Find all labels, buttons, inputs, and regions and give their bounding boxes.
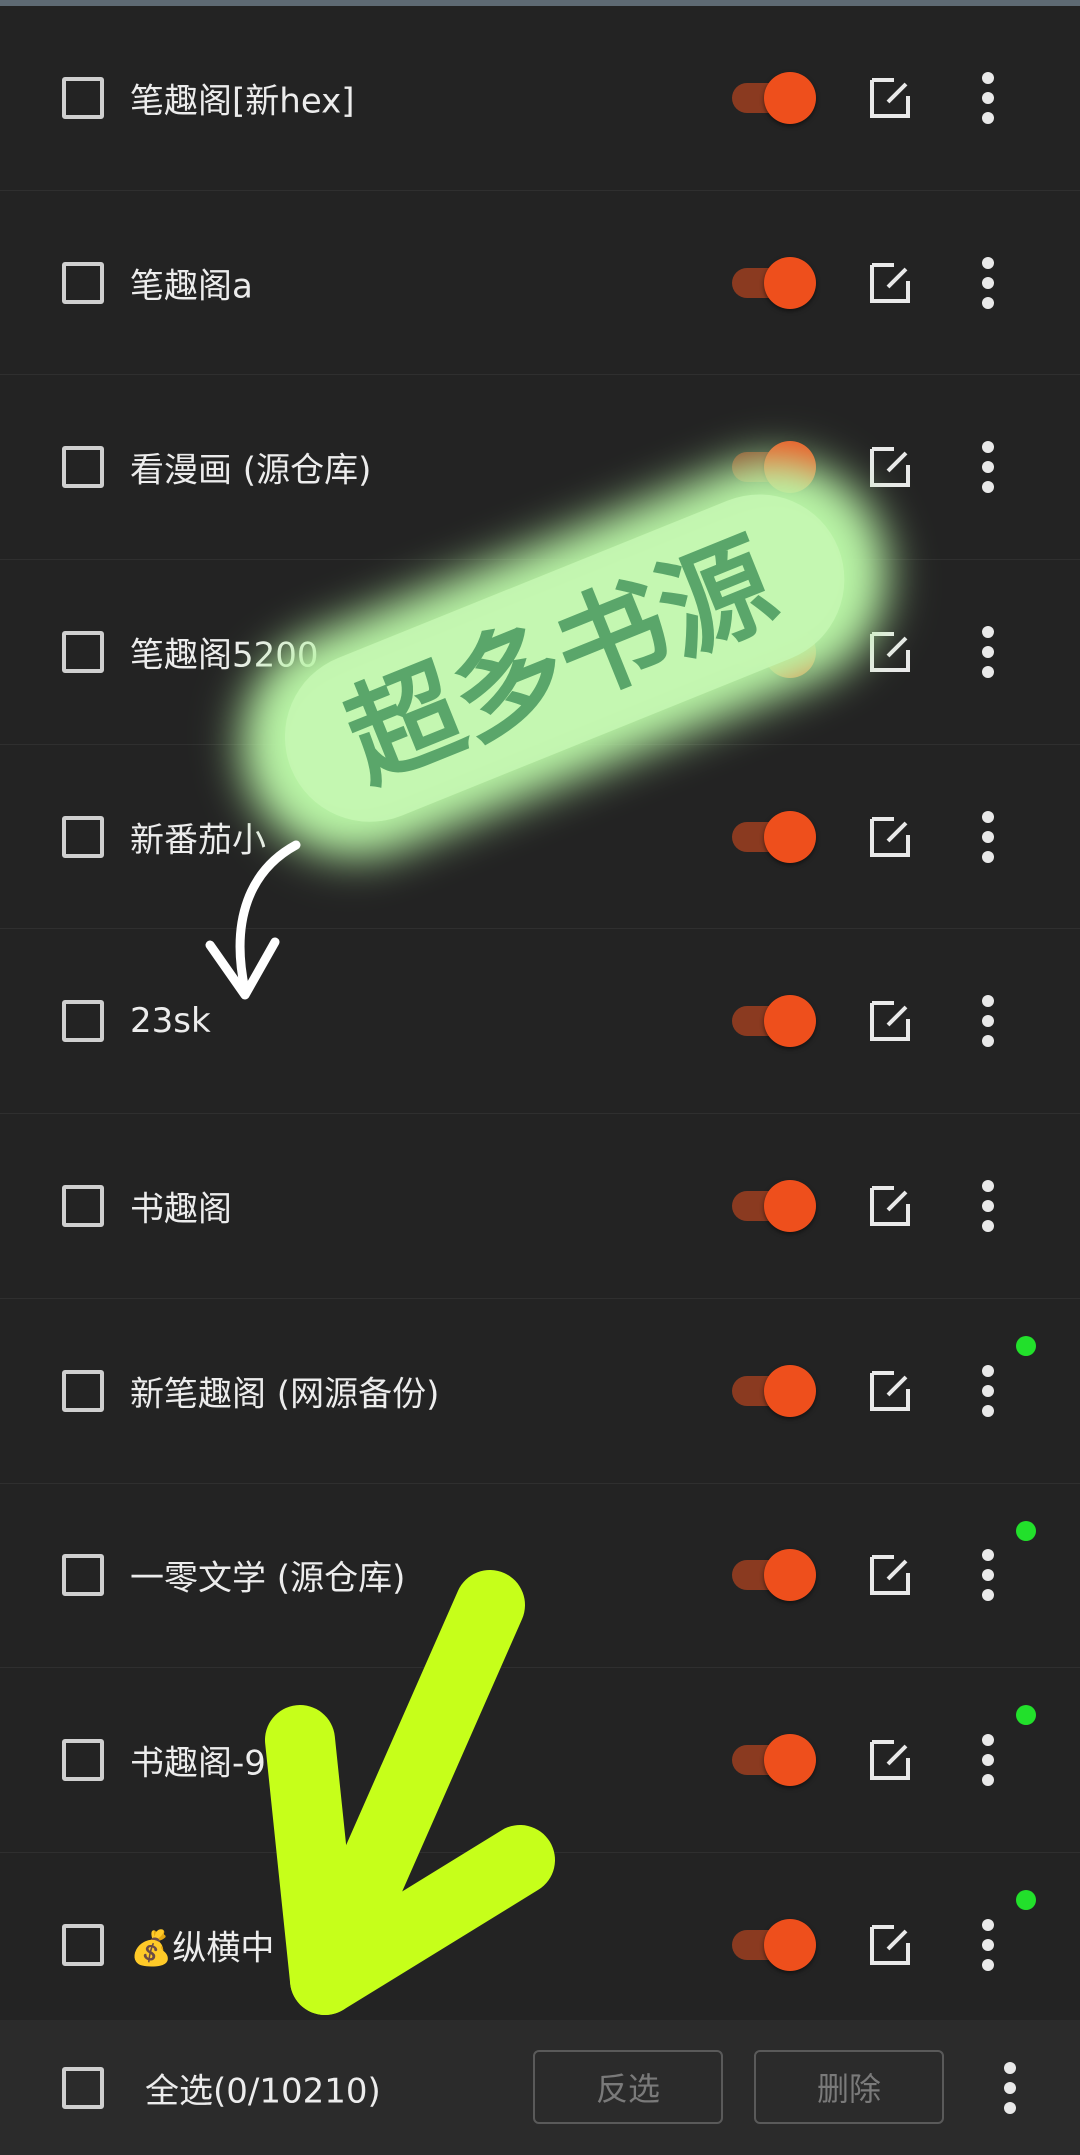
select-all-checkbox[interactable] (62, 2066, 104, 2109)
more-options-icon[interactable] (962, 437, 1014, 497)
enable-toggle[interactable] (730, 625, 820, 678)
edit-icon[interactable] (868, 1738, 912, 1782)
source-list: 笔趣阁[新hex] 笔趣阁a 看漫画 (源仓库) 笔趣阁5200 新番茄小 23… (0, 6, 1080, 2038)
more-options-icon[interactable] (962, 1176, 1014, 1236)
enable-toggle[interactable] (730, 1918, 820, 1971)
list-item[interactable]: 💰纵横中 (0, 1853, 1080, 2038)
enable-toggle[interactable] (730, 441, 820, 494)
edit-icon[interactable] (868, 815, 912, 859)
source-name: 新番茄小 (130, 820, 266, 861)
source-name: 书趣阁-9 (130, 1743, 266, 1784)
select-all-label[interactable]: 全选(0/10210) (145, 2063, 381, 2112)
status-dot (1016, 1889, 1036, 1910)
enable-toggle[interactable] (730, 995, 820, 1048)
row-checkbox[interactable] (62, 1369, 104, 1412)
source-name: 23sk (130, 1001, 211, 1042)
more-options-icon[interactable] (962, 807, 1014, 867)
edit-icon[interactable] (868, 1923, 912, 1967)
enable-toggle[interactable] (730, 256, 820, 309)
more-options-icon[interactable] (962, 991, 1014, 1051)
more-options-icon[interactable] (962, 622, 1014, 682)
list-item[interactable]: 23sk (0, 929, 1080, 1115)
edit-icon[interactable] (868, 445, 912, 489)
bottom-more-options-icon[interactable] (984, 2058, 1036, 2118)
source-name: 笔趣阁5200 (130, 635, 319, 676)
list-item[interactable]: 新番茄小 (0, 745, 1080, 930)
edit-icon[interactable] (868, 261, 912, 305)
source-name: 书趣阁 (130, 1189, 232, 1230)
edit-icon[interactable] (868, 1553, 912, 1597)
source-name: 💰纵横中 (130, 1928, 275, 1969)
edit-icon[interactable] (868, 630, 912, 674)
row-checkbox[interactable] (62, 1554, 104, 1597)
row-checkbox[interactable] (62, 446, 104, 489)
edit-icon[interactable] (868, 1184, 912, 1228)
source-name: 看漫画 (源仓库) (130, 450, 372, 491)
status-dot (1016, 1520, 1036, 1541)
more-options-icon[interactable] (962, 1545, 1014, 1605)
delete-button[interactable]: 删除 (754, 2050, 944, 2124)
row-checkbox[interactable] (62, 815, 104, 858)
row-checkbox[interactable] (62, 1000, 104, 1043)
list-item[interactable]: 看漫画 (源仓库) (0, 375, 1080, 561)
enable-toggle[interactable] (730, 810, 820, 863)
source-name: 笔趣阁a (130, 266, 253, 307)
enable-toggle[interactable] (730, 1549, 820, 1602)
source-name: 笔趣阁[新hex] (130, 81, 355, 122)
more-options-icon[interactable] (962, 68, 1014, 128)
edit-icon[interactable] (868, 999, 912, 1043)
list-item[interactable]: 书趣阁 (0, 1114, 1080, 1299)
row-checkbox[interactable] (62, 630, 104, 673)
row-checkbox[interactable] (62, 1739, 104, 1782)
bottom-action-bar: 全选(0/10210) 反选 删除 (0, 2020, 1080, 2155)
list-item[interactable]: 笔趣阁[新hex] (0, 6, 1080, 191)
invert-selection-button[interactable]: 反选 (533, 2050, 723, 2124)
edit-icon[interactable] (868, 76, 912, 120)
source-name: 一零文学 (源仓库) (130, 1558, 406, 1599)
more-options-icon[interactable] (962, 1730, 1014, 1790)
more-options-icon[interactable] (962, 1361, 1014, 1421)
enable-toggle[interactable] (730, 1179, 820, 1232)
status-dot (1016, 1335, 1036, 1356)
list-item[interactable]: 笔趣阁a (0, 191, 1080, 376)
enable-toggle[interactable] (730, 71, 820, 124)
source-name: 新笔趣阁 (网源备份) (130, 1374, 440, 1415)
status-dot (1016, 1705, 1036, 1726)
row-checkbox[interactable] (62, 1184, 104, 1227)
more-options-icon[interactable] (962, 253, 1014, 313)
row-checkbox[interactable] (62, 261, 104, 304)
row-checkbox[interactable] (62, 76, 104, 119)
enable-toggle[interactable] (730, 1734, 820, 1787)
edit-icon[interactable] (868, 1369, 912, 1413)
more-options-icon[interactable] (962, 1915, 1014, 1975)
enable-toggle[interactable] (730, 1364, 820, 1417)
list-item[interactable]: 一零文学 (源仓库) (0, 1484, 1080, 1669)
list-item[interactable]: 书趣阁-9 (0, 1668, 1080, 1853)
list-item[interactable]: 笔趣阁5200 (0, 560, 1080, 745)
list-item[interactable]: 新笔趣阁 (网源备份) (0, 1299, 1080, 1484)
row-checkbox[interactable] (62, 1923, 104, 1966)
